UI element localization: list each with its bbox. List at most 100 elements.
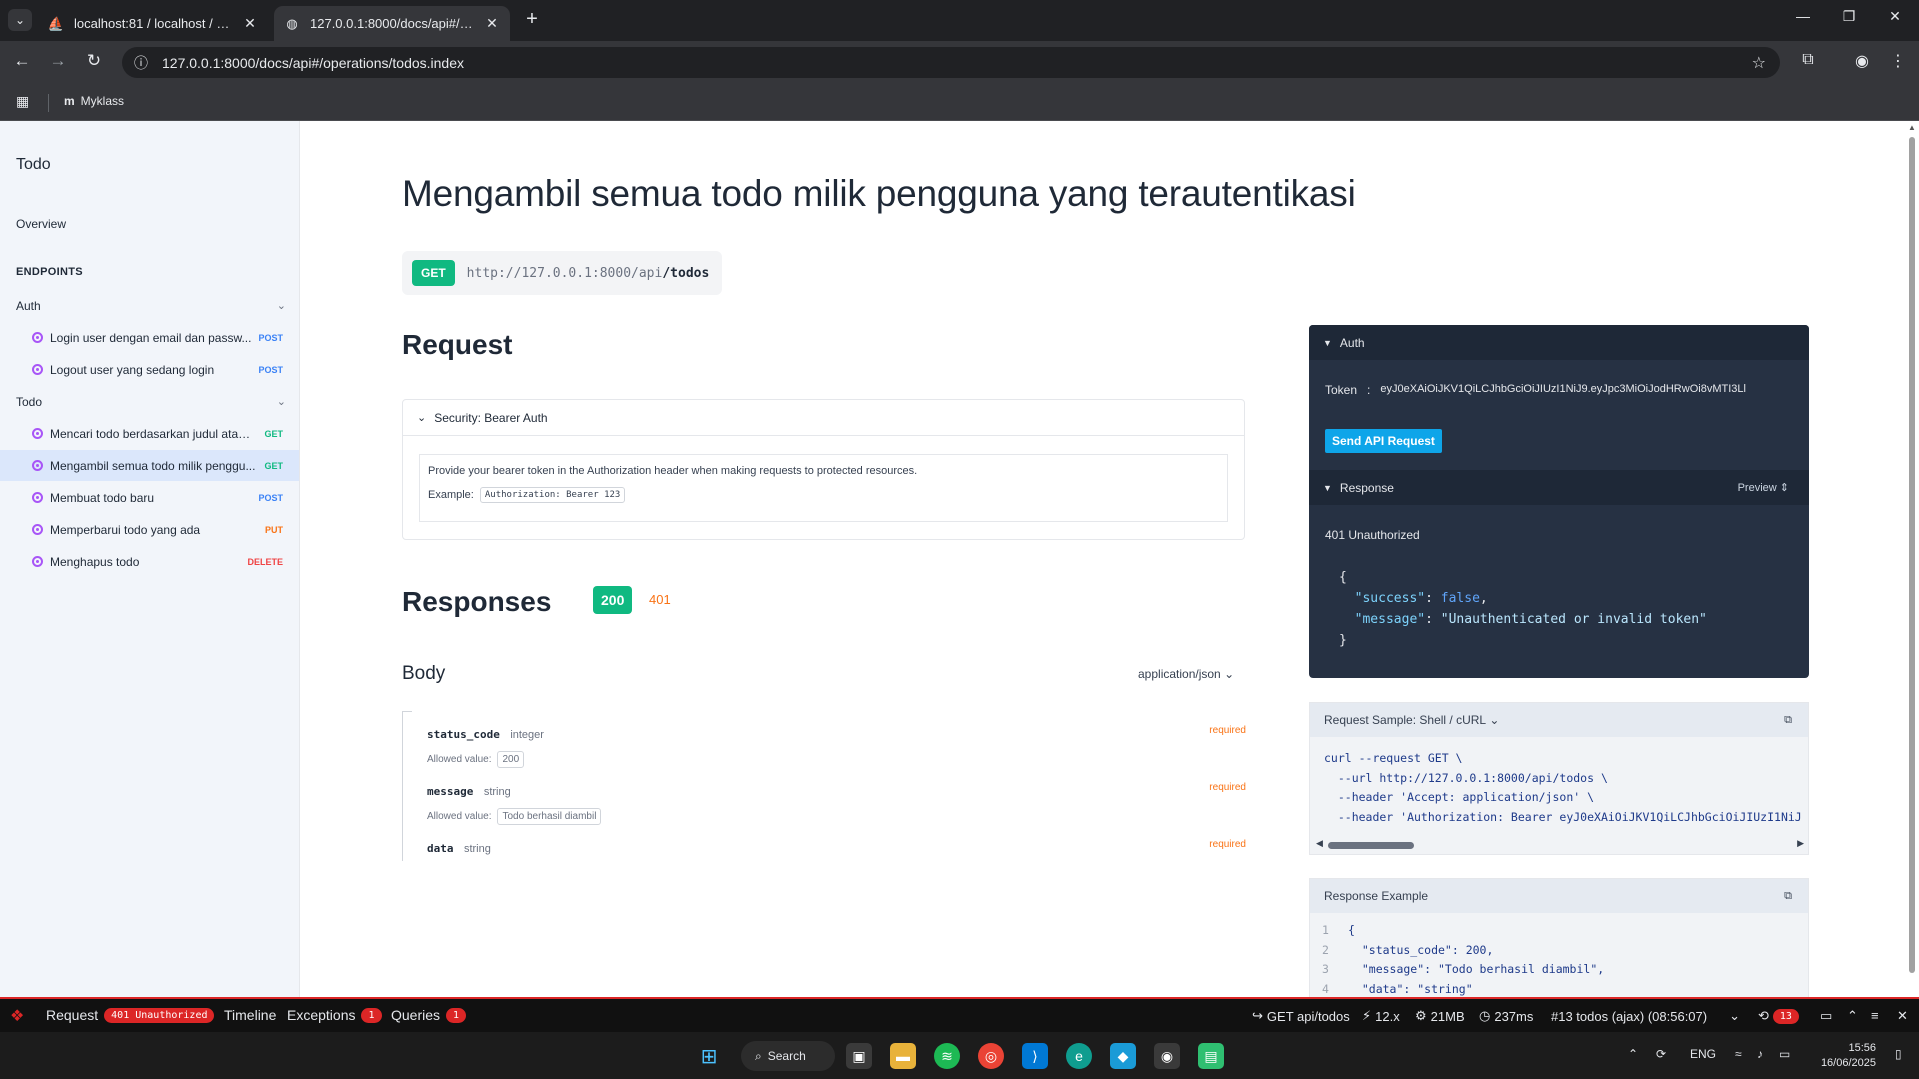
scroll-up-icon[interactable]: ▲ xyxy=(1908,123,1916,132)
volume-icon[interactable]: ♪ xyxy=(1757,1047,1763,1061)
response-section-toggle[interactable]: ▼ Response Preview ⇕ xyxy=(1309,470,1809,505)
wifi-icon[interactable]: ≈ xyxy=(1735,1047,1742,1061)
security-toggle[interactable]: ⌄ Security: Bearer Auth xyxy=(403,400,1244,436)
copy-icon[interactable]: ⧉ xyxy=(1784,890,1792,903)
scrollbar-thumb[interactable] xyxy=(1328,842,1414,849)
method-badge: GET xyxy=(264,460,283,471)
scroll-left-icon[interactable]: ◀ xyxy=(1316,838,1323,849)
send-api-request-button[interactable]: Send API Request xyxy=(1325,429,1442,453)
address-bar[interactable]: ⓘ 127.0.0.1:8000/docs/api#/operations/to… xyxy=(122,47,1780,78)
operation-icon xyxy=(32,492,43,503)
allowed-value: Todo berhasil diambil xyxy=(497,808,602,825)
request-selector[interactable]: #13 todos (ajax) (08:56:07) ⌄ xyxy=(1551,1008,1740,1024)
chevron-up-icon[interactable]: ⌃ xyxy=(1628,1047,1638,1061)
request-sample-header[interactable]: Request Sample: Shell / cURL ⌄ ⧉ xyxy=(1310,703,1808,737)
php-text: 12.x xyxy=(1375,1008,1400,1024)
close-icon[interactable]: ✕ xyxy=(242,15,258,32)
debugbar-tab-timeline[interactable]: Timeline xyxy=(224,1007,276,1023)
app-icon[interactable]: ◆ xyxy=(1110,1043,1136,1069)
extensions-icon[interactable]: ⧉ xyxy=(1796,51,1820,69)
status-tab-401[interactable]: 401 xyxy=(649,592,671,607)
vscode-icon[interactable]: ⟩ xyxy=(1022,1043,1048,1069)
tab-phpmyadmin[interactable]: ⛵ localhost:81 / localhost / 182-t ✕ xyxy=(38,6,268,41)
sidebar-item-create-todo[interactable]: Membuat todo baru POST xyxy=(0,482,299,513)
language-indicator[interactable]: ENG xyxy=(1690,1047,1716,1061)
count-badge: 1 xyxy=(361,1007,382,1023)
copy-icon[interactable]: ⧉ xyxy=(1784,714,1792,727)
spotify-icon[interactable]: ≋ xyxy=(934,1043,960,1069)
sidebar-group-todo[interactable]: Todo ⌄ xyxy=(16,395,286,409)
restore-button[interactable]: ❐ xyxy=(1826,8,1872,25)
endpoint-url-box[interactable]: GET http://127.0.0.1:8000/api/todos xyxy=(402,251,722,295)
sidebar-item-delete-todo[interactable]: Menghapus todo DELETE xyxy=(0,546,299,577)
apps-grid-icon[interactable]: ▦ xyxy=(16,93,29,110)
sidebar: Todo Overview ENDPOINTS Auth ⌄ Login use… xyxy=(0,121,300,997)
laravel-logo-icon[interactable]: ❖ xyxy=(10,1006,24,1026)
site-info-icon[interactable]: ⓘ xyxy=(134,53,152,73)
bookmark-star-icon[interactable]: ☆ xyxy=(1752,53,1766,73)
debugbar-tab-queries[interactable]: Queries 1 xyxy=(391,1007,467,1023)
notepad-icon[interactable]: ▤ xyxy=(1198,1043,1224,1069)
scroll-right-icon[interactable]: ▶ xyxy=(1797,838,1804,849)
count-badge: 13 xyxy=(1772,1008,1799,1024)
tab-api-docs[interactable]: ◍ 127.0.0.1:8000/docs/api#/opera ✕ xyxy=(274,6,510,41)
sync-icon[interactable]: ⟳ xyxy=(1656,1047,1666,1061)
windows-start-icon[interactable]: ⊞ xyxy=(696,1043,722,1069)
battery-icon[interactable]: ▭ xyxy=(1779,1047,1790,1061)
close-icon[interactable]: ✕ xyxy=(484,15,500,32)
request-duration[interactable]: ◷ 237ms xyxy=(1479,1008,1533,1024)
security-section: ⌄ Security: Bearer Auth Provide your bea… xyxy=(402,399,1245,540)
taskbar-search[interactable]: ⌕ Search xyxy=(741,1041,835,1071)
sidebar-group-auth[interactable]: Auth ⌄ xyxy=(16,299,286,313)
close-icon[interactable]: ✕ xyxy=(1897,1008,1908,1024)
page-scrollbar[interactable]: ▲ xyxy=(1905,121,1919,997)
sidebar-item-login[interactable]: Login user dengan email dan passw... POS… xyxy=(0,322,299,353)
status-tab-200[interactable]: 200 xyxy=(593,586,633,614)
forward-button[interactable]: → xyxy=(46,51,70,71)
route-info[interactable]: ↪ GET api/todos xyxy=(1252,1008,1350,1024)
settings-icon[interactable]: ≡ xyxy=(1871,1008,1879,1023)
history-button[interactable]: ⟲ 13 xyxy=(1758,1008,1799,1024)
scrollbar-thumb[interactable] xyxy=(1909,137,1915,973)
new-tab-button[interactable]: + xyxy=(520,8,544,31)
sidebar-item-overview[interactable]: Overview xyxy=(16,217,66,231)
sidebar-title[interactable]: Todo xyxy=(16,156,51,174)
code-line: "data": "string" xyxy=(1348,981,1473,996)
back-button[interactable]: ← xyxy=(10,51,34,71)
profile-icon[interactable]: ◉ xyxy=(1850,51,1874,71)
sidebar-item-search-todo[interactable]: Mencari todo berdasarkan judul atau ... … xyxy=(0,418,299,449)
horizontal-scrollbar[interactable]: ◀ ▶ xyxy=(1316,838,1804,849)
content-type-select[interactable]: application/json ⌄ xyxy=(1138,667,1234,681)
chevron-down-icon: ⌄ xyxy=(276,300,286,312)
tab-title: localhost:81 / localhost / 182-t xyxy=(74,16,236,31)
task-view-icon[interactable]: ▣ xyxy=(846,1043,872,1069)
debugbar-tab-exceptions[interactable]: Exceptions 1 xyxy=(287,1007,382,1023)
minimize-button[interactable]: — xyxy=(1780,8,1826,24)
memory-usage[interactable]: ⚙ 21MB xyxy=(1415,1008,1465,1024)
menu-icon[interactable]: ⋮ xyxy=(1886,51,1910,71)
sidebar-item-list-todos[interactable]: Mengambil semua todo milik penggu... GET xyxy=(0,450,299,481)
bookmark-myklass[interactable]: m Myklass xyxy=(64,94,124,108)
file-explorer-icon[interactable]: ▬ xyxy=(890,1043,916,1069)
chrome-icon[interactable]: ◎ xyxy=(978,1043,1004,1069)
search-icon: ⌕ xyxy=(755,1048,762,1063)
tab-search-button[interactable]: ⌄ xyxy=(8,9,32,31)
group-label: Todo xyxy=(16,395,43,409)
taskbar-clock[interactable]: 15:56 16/06/2025 xyxy=(1806,1041,1876,1071)
php-version[interactable]: ⚡ 12.x xyxy=(1362,1008,1400,1024)
chevron-up-icon[interactable]: ⌃ xyxy=(1847,1008,1858,1024)
debugbar-tab-request[interactable]: Request 401 Unauthorized xyxy=(46,1007,215,1023)
open-folder-icon[interactable]: ▭ xyxy=(1820,1008,1832,1024)
sidebar-item-logout[interactable]: Logout user yang sedang login POST xyxy=(0,354,299,385)
window-close-button[interactable]: ✕ xyxy=(1872,8,1918,25)
sidebar-item-update-todo[interactable]: Memperbarui todo yang ada PUT xyxy=(0,514,299,545)
reload-button[interactable]: ↻ xyxy=(82,51,106,71)
preview-select[interactable]: Preview ⇕ xyxy=(1738,481,1789,494)
page-title: Mengambil semua todo milik pengguna yang… xyxy=(402,173,1356,214)
edge-icon[interactable]: e xyxy=(1066,1043,1092,1069)
chrome-dev-icon[interactable]: ◉ xyxy=(1154,1043,1180,1069)
auth-section-toggle[interactable]: ▼ Auth xyxy=(1309,325,1809,360)
token-input[interactable]: eyJ0eXAiOiJKV1QiLCJhbGciOiJIUzI1NiJ9.eyJ… xyxy=(1380,383,1746,397)
browser-tab-bar: ⌄ ⛵ localhost:81 / localhost / 182-t ✕ ◍… xyxy=(0,0,1919,41)
notification-icon[interactable]: ▯ xyxy=(1895,1047,1902,1061)
